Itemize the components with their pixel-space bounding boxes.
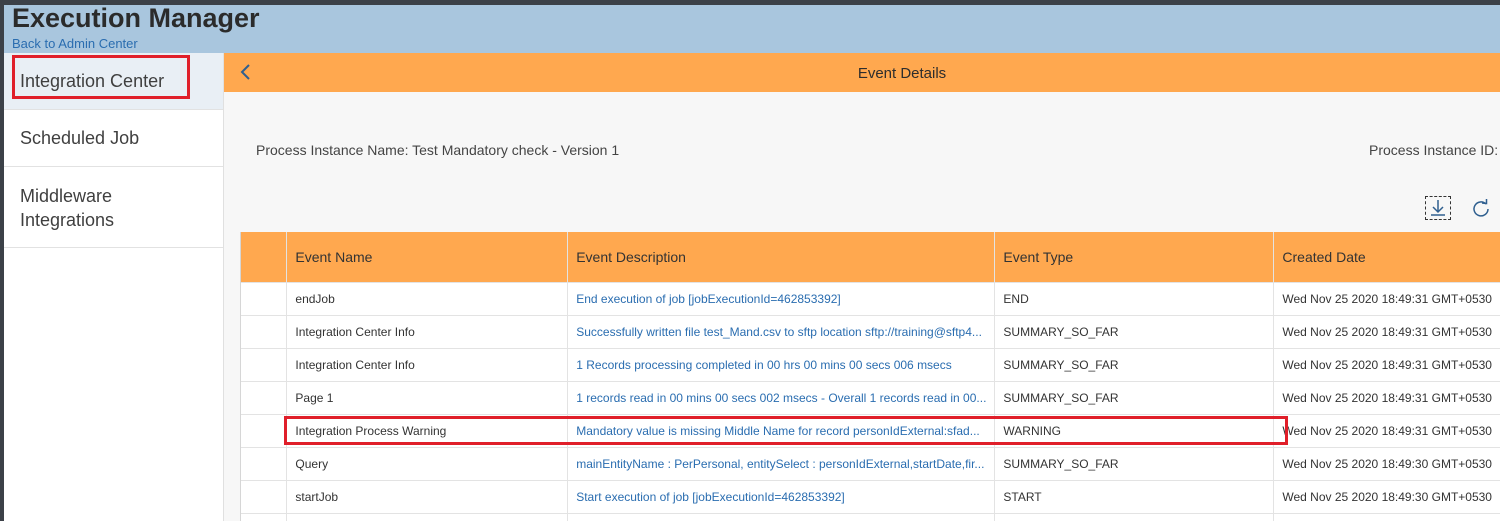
refresh-icon [1473,199,1489,217]
app-header: Execution Manager Back to Admin Center [4,5,1500,53]
event-description-link[interactable]: Successfully written file test_Mand.csv … [567,315,995,349]
event-description-link[interactable]: End execution of job [jobExecutionId=462… [567,282,995,316]
sidebar-item-middleware-integrations[interactable]: Middleware Integrations [4,167,223,248]
sidebar-item-scheduled-job[interactable]: Scheduled Job [4,110,223,167]
process-instance-name: Process Instance Name: Test Mandatory ch… [256,142,620,158]
column-header-event-type[interactable]: Event Type [994,232,1274,283]
page-header-bar: Event Details [224,53,1500,92]
table-row[interactable]: startJob Start execution of job [jobExec… [239,480,1500,514]
event-name-cell: Integration Center Info [286,348,568,382]
table-row[interactable] [239,513,1500,521]
event-type-cell: SUMMARY_SO_FAR [994,315,1274,349]
created-date-cell: Wed Nov 25 2020 18:49:31 GMT+0530 [1273,381,1500,415]
column-header-select [239,232,287,283]
app-title: Execution Manager [12,5,260,33]
created-date-cell: Wed Nov 25 2020 18:49:31 GMT+0530 [1273,414,1500,448]
sidebar-item-label: Integration Center [20,71,165,91]
row-select-cell[interactable] [239,414,287,448]
event-type-cell: SUMMARY_SO_FAR [994,447,1274,481]
created-date-cell [1273,513,1500,521]
table-row[interactable]: endJob End execution of job [jobExecutio… [239,282,1500,316]
sidebar-item-label: Middleware Integrations [20,186,115,230]
event-description-link[interactable]: mainEntityName : PerPersonal, entitySele… [567,447,995,481]
page-title: Event Details [857,65,947,82]
row-select-cell[interactable] [239,381,287,415]
created-date-cell: Wed Nov 25 2020 18:49:31 GMT+0530 [1273,348,1500,382]
events-table: Event Name Event Description Event Type … [239,232,1500,521]
event-description-link[interactable]: 1 records read in 00 mins 00 secs 002 ms… [567,381,995,415]
event-name-cell: Page 1 [286,381,568,415]
row-select-cell[interactable] [239,348,287,382]
table-row[interactable]: Integration Center Info Successfully wri… [239,315,1500,349]
event-description-link[interactable] [567,513,995,521]
event-name-cell: startJob [286,480,568,514]
table-row[interactable]: Integration Process Warning Mandatory va… [239,414,1500,448]
event-description-link[interactable]: Start execution of job [jobExecutionId=4… [567,480,995,514]
table-header-row: Event Name Event Description Event Type … [239,232,1500,283]
row-select-cell[interactable] [239,447,287,481]
event-name-cell: endJob [286,282,568,316]
download-icon [1431,200,1445,216]
event-name-cell: Query [286,447,568,481]
event-type-cell [994,513,1274,521]
row-select-cell[interactable] [239,480,287,514]
event-type-cell: WARNING [994,414,1274,448]
event-description-link[interactable]: Mandatory value is missing Middle Name f… [567,414,995,448]
back-to-admin-center-link[interactable]: Back to Admin Center [12,36,138,51]
column-header-event-description[interactable]: Event Description [567,232,995,283]
event-type-cell: END [994,282,1274,316]
refresh-button[interactable] [1468,196,1494,220]
row-select-cell[interactable] [239,315,287,349]
event-name-cell: Integration Process Warning [286,414,568,448]
row-select-cell[interactable] [239,282,287,316]
created-date-cell: Wed Nov 25 2020 18:49:30 GMT+0530 [1273,447,1500,481]
app-window: Execution Manager Back to Admin Center I… [4,5,1500,521]
column-header-created-date[interactable]: Created Date [1273,232,1500,283]
created-date-cell: Wed Nov 25 2020 18:49:31 GMT+0530 [1273,282,1500,316]
table-row[interactable]: Query mainEntityName : PerPersonal, enti… [239,447,1500,481]
created-date-cell: Wed Nov 25 2020 18:49:30 GMT+0530 [1273,480,1500,514]
main-content: Event Details Process Instance Name: Tes… [224,53,1500,521]
created-date-cell: Wed Nov 25 2020 18:49:31 GMT+0530 [1273,315,1500,349]
column-header-event-name[interactable]: Event Name [286,232,568,283]
sidebar-item-label: Scheduled Job [20,128,140,148]
row-select-cell[interactable] [239,513,287,521]
event-description-link[interactable]: 1 Records processing completed in 00 hrs… [567,348,995,382]
sidebar: Integration Center Scheduled Job Middlew… [4,53,224,521]
download-button[interactable] [1425,196,1451,220]
table-row[interactable]: Integration Center Info 1 Records proces… [239,348,1500,382]
event-type-cell: START [994,480,1274,514]
sidebar-item-integration-center[interactable]: Integration Center [4,53,223,110]
event-type-cell: SUMMARY_SO_FAR [994,348,1274,382]
event-name-cell [286,513,568,521]
process-instance-id: Process Instance ID: 3 [1369,142,1500,158]
event-type-cell: SUMMARY_SO_FAR [994,381,1274,415]
table-row[interactable]: Page 1 1 records read in 00 mins 00 secs… [239,381,1500,415]
event-name-cell: Integration Center Info [286,315,568,349]
